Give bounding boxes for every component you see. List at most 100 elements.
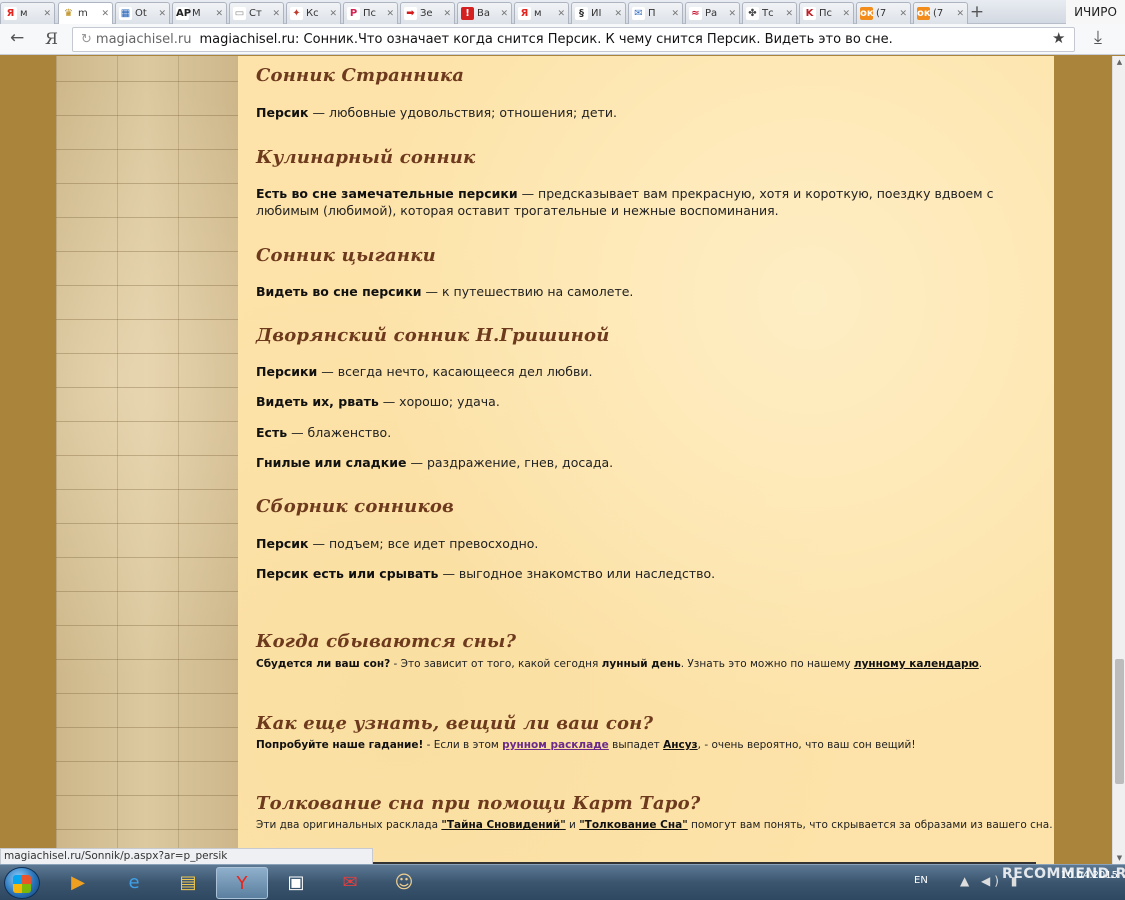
tab-favicon-icon: Я xyxy=(518,7,531,20)
browser-tab[interactable]: ! Ва ✕ xyxy=(457,2,512,24)
tab-close-icon[interactable]: ✕ xyxy=(327,9,337,19)
tab-close-icon[interactable]: ✕ xyxy=(270,9,280,19)
entry-term: Есть во сне замечательные персики xyxy=(256,186,518,201)
entry-text: — любовные удовольствия; отношения; дети… xyxy=(308,105,617,120)
tab-favicon-icon: P xyxy=(347,7,360,20)
browser-tab[interactable]: ✤ Тс ✕ xyxy=(742,2,797,24)
address-bar[interactable]: ↻ magiachisel.ru magiachisel.ru: Сонник.Чт… xyxy=(72,27,1075,52)
tab-close-icon[interactable]: ✕ xyxy=(954,9,964,19)
tab-close-icon[interactable]: ✕ xyxy=(41,9,51,19)
tab-close-icon[interactable]: ✕ xyxy=(555,9,565,19)
tab-favicon-icon: § xyxy=(575,7,588,20)
tab-label: Пс xyxy=(819,8,833,19)
promo-link[interactable]: "Тайна Сновидений" xyxy=(441,819,565,831)
download-icon[interactable]: ⤓ xyxy=(1094,27,1102,48)
scroll-thumb[interactable] xyxy=(1115,659,1124,784)
tab-label: (7 xyxy=(876,8,887,19)
entry-term: Персики xyxy=(256,364,318,379)
browser-tab[interactable]: § ИІ ✕ xyxy=(571,2,626,24)
taskbar-app-icon[interactable]: ▣ xyxy=(270,867,322,899)
scroll-down-icon[interactable]: ▼ xyxy=(1113,852,1125,864)
entry-text: — к путешествию на самолете. xyxy=(421,284,634,299)
stone-wall-background xyxy=(56,56,238,864)
watermark: RECOMMEND.RU xyxy=(1002,866,1125,882)
taskbar-app-icon[interactable]: ▤ xyxy=(162,867,214,899)
browser-tab[interactable]: AP M ✕ xyxy=(172,2,227,24)
tab-close-icon[interactable]: ✕ xyxy=(669,9,679,19)
browser-tab[interactable]: K Пс ✕ xyxy=(799,2,854,24)
promo-text-part: , - очень вероятно, что ваш сон вещий! xyxy=(697,739,916,751)
promo-link[interactable]: "Толкование Сна" xyxy=(579,819,688,831)
tab-close-icon[interactable]: ✕ xyxy=(840,9,850,19)
tab-close-icon[interactable]: ✕ xyxy=(441,9,451,19)
taskbar-app-icon[interactable]: e xyxy=(108,867,160,899)
tab-favicon-icon: ✉ xyxy=(632,7,645,20)
browser-tab[interactable]: ок (7 ✕ xyxy=(913,2,968,24)
entry-term: Персик есть или срывать xyxy=(256,566,439,581)
promo-text-part: . xyxy=(978,658,983,670)
dream-entry: Видеть во сне персики — к путешествию на… xyxy=(256,283,1026,300)
tab-close-icon[interactable]: ✕ xyxy=(783,9,793,19)
tab-close-icon[interactable]: ✕ xyxy=(726,9,736,19)
tab-close-icon[interactable]: ✕ xyxy=(612,9,622,19)
tab-close-icon[interactable]: ✕ xyxy=(213,9,223,19)
reload-icon[interactable]: ↻ xyxy=(81,32,92,47)
browser-tab[interactable]: ▭ Ст ✕ xyxy=(229,2,284,24)
tab-strip: Ям ✕ ♛ m ✕ ▦ Ot ✕ AP M ✕ ▭ Ст ✕ ✦ Кс ✕ P Пс ✕ ➡ Зе ✕! Ва ✕ Ям ✕ § ИІ… xyxy=(0,0,1125,24)
tab-label: Зе xyxy=(420,8,433,19)
section-title: Сонник Странника xyxy=(256,65,465,86)
promo-bold: лунный день xyxy=(601,658,681,670)
new-tab-button[interactable]: + xyxy=(966,1,988,23)
tab-close-icon[interactable]: ✕ xyxy=(498,9,508,19)
back-arrow-icon[interactable]: ← xyxy=(10,28,24,48)
browser-tab[interactable]: ✉ П ✕ xyxy=(628,2,683,24)
tab-close-icon[interactable]: ✕ xyxy=(384,9,394,19)
taskbar-app-icon[interactable]: Y xyxy=(216,867,268,899)
scroll-up-icon[interactable]: ▲ xyxy=(1113,56,1125,68)
browser-tab[interactable]: ➡ Зе ✕ xyxy=(400,2,455,24)
browser-tab[interactable]: ▦ Ot ✕ xyxy=(115,2,170,24)
tab-label: Ва xyxy=(477,8,490,19)
section-title: Кулинарный сонник xyxy=(256,147,476,168)
promo-link[interactable]: лунному календарю xyxy=(854,658,979,670)
browser-tab[interactable]: ✦ Кс ✕ xyxy=(286,2,341,24)
promo-title: Толкование сна при помощи Карт Таро? xyxy=(256,793,701,814)
profile-button[interactable]: ИЧИРО xyxy=(1066,0,1125,24)
start-button[interactable] xyxy=(4,867,40,899)
entry-term: Есть xyxy=(256,425,288,440)
tab-favicon-icon: ≈ xyxy=(689,7,702,20)
dream-entry: Персик — любовные удовольствия; отношени… xyxy=(256,104,1026,121)
taskbar-app-icon[interactable]: ☺ xyxy=(378,867,430,899)
tab-close-icon[interactable]: ✕ xyxy=(99,9,109,19)
promo-link[interactable]: рунном раскладе xyxy=(502,739,609,751)
taskbar-app-icon[interactable]: ▶ xyxy=(52,867,104,899)
tab-favicon-icon: ➡ xyxy=(404,7,417,20)
browser-tab[interactable]: ≈ Ра ✕ xyxy=(685,2,740,24)
dream-entry: Персики — всегда нечто, касающееся дел л… xyxy=(256,363,1026,380)
tab-favicon-icon: Я xyxy=(4,7,17,20)
promo-text-part: и xyxy=(565,819,580,831)
bookmark-star-icon[interactable]: ★ xyxy=(1052,29,1065,47)
entry-term: Персик xyxy=(256,536,309,551)
tab-label: Тс xyxy=(762,8,774,19)
entry-term: Гнилые или сладкие xyxy=(256,455,407,470)
browser-tab[interactable]: ♛ m ✕ xyxy=(58,2,113,24)
promo-text: Попробуйте наше гадание! - Если в этом р… xyxy=(256,738,1026,752)
taskbar-app-icon[interactable]: ✉ xyxy=(324,867,376,899)
language-indicator[interactable]: EN xyxy=(914,875,928,886)
address-toolbar: ← Я ↻ magiachisel.ru magiachisel.ru: Сонни… xyxy=(0,24,1125,55)
tab-label: м xyxy=(20,8,28,19)
promo-text: Эти два оригинальных расклада "Тайна Сно… xyxy=(256,818,1053,832)
tab-close-icon[interactable]: ✕ xyxy=(156,9,166,19)
browser-tab[interactable]: ок (7 ✕ xyxy=(856,2,911,24)
page-viewport: Сонник Странника Персик — любовные удовол… xyxy=(0,56,1112,864)
tab-close-icon[interactable]: ✕ xyxy=(897,9,907,19)
browser-tab[interactable]: P Пс ✕ xyxy=(343,2,398,24)
yandex-logo-icon[interactable]: Я xyxy=(45,29,58,48)
browser-tab[interactable]: Ям ✕ xyxy=(0,2,55,24)
promo-link[interactable]: Ансуз xyxy=(663,739,698,751)
page-scrollbar[interactable]: ▲ ▼ xyxy=(1112,56,1125,864)
browser-tab[interactable]: Ям ✕ xyxy=(514,2,569,24)
dream-entry: Есть — блаженство. xyxy=(256,424,1026,441)
tab-label: M xyxy=(192,8,201,19)
